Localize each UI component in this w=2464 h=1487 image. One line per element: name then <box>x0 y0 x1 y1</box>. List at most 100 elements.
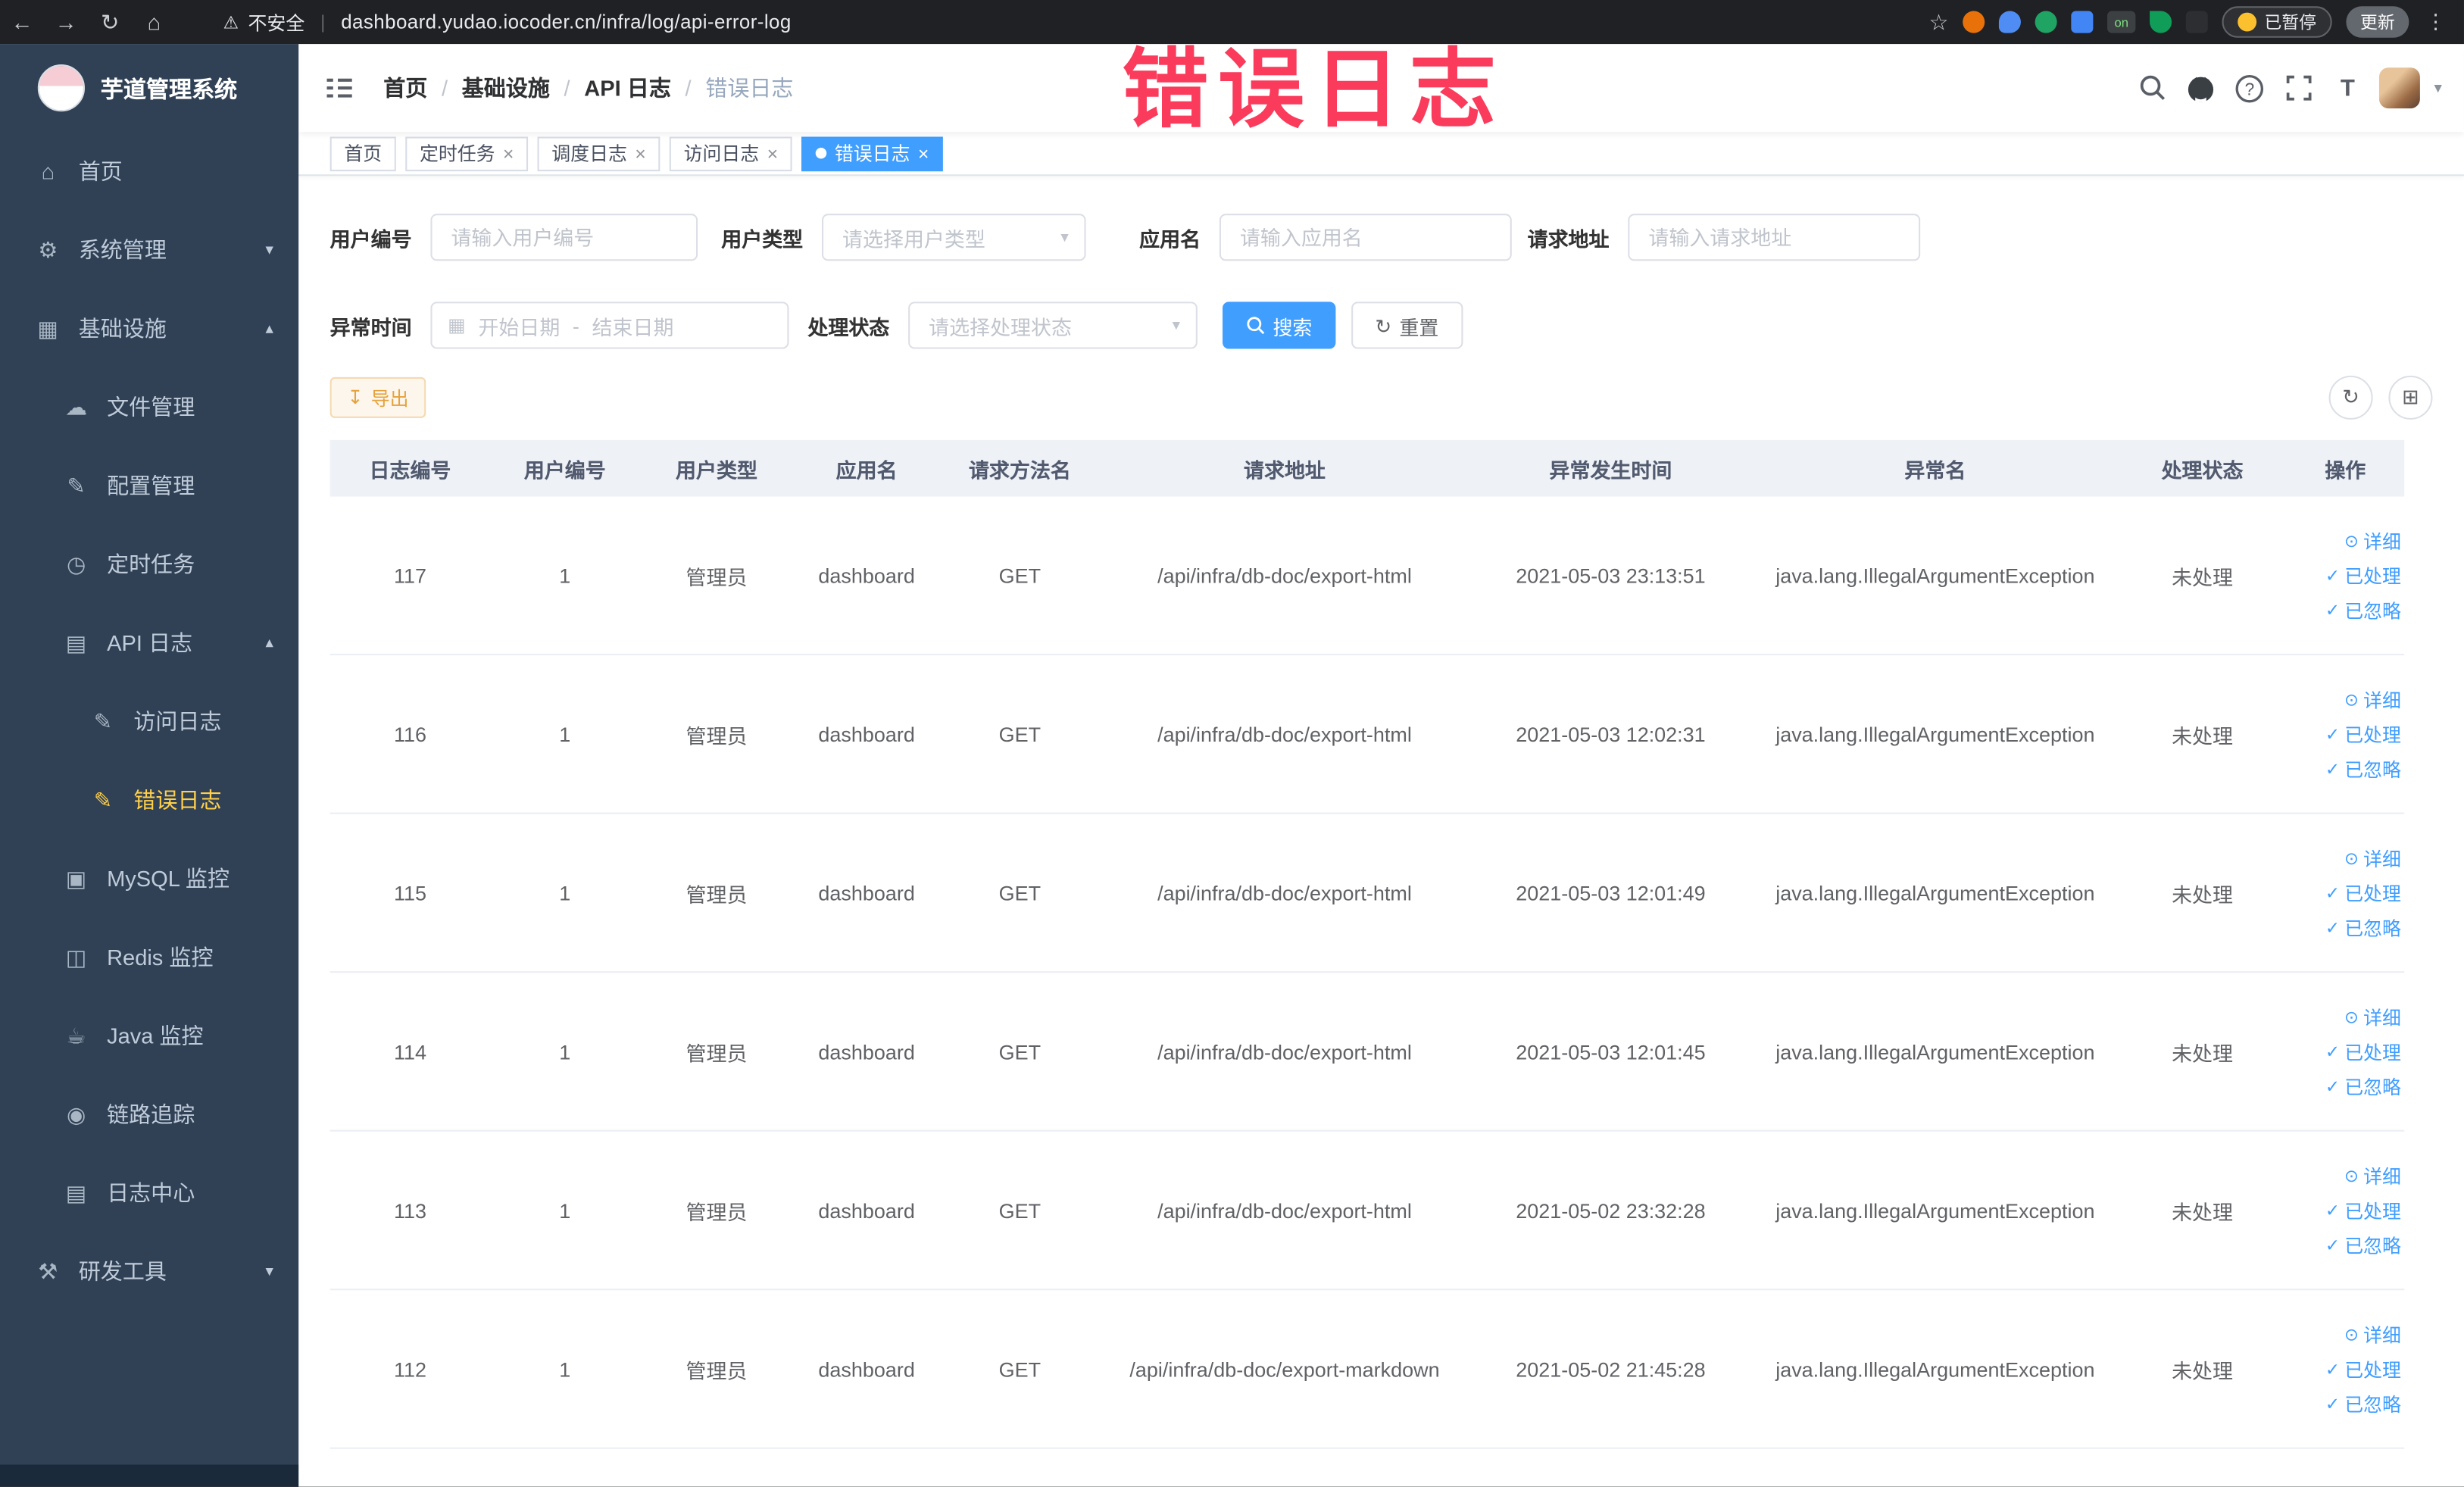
action-ignored[interactable]: ✓ 已忽略 <box>2325 1231 2401 1257</box>
paused-button[interactable]: 已暂停 <box>2222 6 2332 38</box>
tab-cron-job[interactable]: 定时任务 × <box>405 136 529 171</box>
cell-time: 2021-05-02 21:45:28 <box>1516 1357 1706 1381</box>
close-icon[interactable]: × <box>767 144 779 163</box>
sidebar-item-redis-monitor[interactable]: ◫ Redis 监控 <box>0 918 298 997</box>
sidebar-item-infra[interactable]: ▦ 基础设施 ▴ <box>0 289 298 368</box>
range-separator: - <box>572 313 579 338</box>
browser-reload-icon[interactable]: ↻ <box>88 8 132 35</box>
action-ignored[interactable]: ✓ 已忽略 <box>2325 1390 2401 1417</box>
action-detail[interactable]: ⊙ 详细 <box>2344 1162 2401 1189</box>
close-icon[interactable]: × <box>503 144 514 163</box>
action-processed[interactable]: ✓ 已处理 <box>2325 1197 2401 1223</box>
address-bar[interactable]: ⚠ 不安全 | dashboard.yudao.iocoder.cn/infra… <box>223 8 792 35</box>
sidebar-item-access-log[interactable]: ✎ 访问日志 <box>0 682 298 761</box>
browser-menu-icon[interactable]: ⋮ <box>2423 9 2448 34</box>
app-logo-row[interactable]: 芋道管理系统 <box>0 44 298 132</box>
breadcrumb-infra[interactable]: 基础设施 <box>462 72 550 103</box>
search-icon[interactable] <box>2135 70 2170 105</box>
github-icon[interactable] <box>2184 70 2219 105</box>
font-size-icon[interactable]: T <box>2331 70 2366 105</box>
table-row: 117 1 管理员 dashboard GET /api/infra/db-do… <box>329 497 2405 656</box>
action-detail[interactable]: ⊙ 详细 <box>2344 686 2401 713</box>
extension-icon-5[interactable] <box>2150 11 2172 33</box>
browser-back-icon[interactable]: ← <box>0 9 44 34</box>
sidebar-item-label: 访问日志 <box>133 708 222 734</box>
extension-icon-6[interactable] <box>2185 11 2208 33</box>
action-processed[interactable]: ✓ 已处理 <box>2325 1355 2401 1382</box>
fullscreen-icon[interactable] <box>2281 70 2316 105</box>
cell-user-id: 1 <box>559 1198 571 1223</box>
hamburger-icon[interactable] <box>323 72 354 103</box>
eye-icon: ⊙ <box>2344 849 2359 869</box>
sidebar-item-home[interactable]: ⌂ 首页 <box>0 132 298 211</box>
close-icon[interactable]: × <box>918 144 929 163</box>
toolbar-right: ↻ ⊞ <box>2313 375 2433 420</box>
help-icon[interactable]: ? <box>2233 70 2268 105</box>
date-range-picker[interactable]: ▦ 开始日期 - 结束日期 <box>430 301 789 349</box>
extension-icon-3[interactable] <box>2035 11 2057 33</box>
user-id-input[interactable] <box>430 214 698 261</box>
refresh-icon: ↻ <box>2342 385 2359 409</box>
sidebar-item-label: 配置管理 <box>107 473 195 498</box>
request-url-input[interactable] <box>1628 214 1921 261</box>
cell-user-id: 1 <box>559 722 571 746</box>
extension-on-badge[interactable]: on <box>2107 11 2136 33</box>
column-header: 操作 <box>2325 458 2366 482</box>
action-processed[interactable]: ✓ 已处理 <box>2325 1038 2401 1064</box>
navbar-icons: ? T ▾ <box>2135 67 2442 109</box>
breadcrumb-api-log[interactable]: API 日志 <box>584 72 671 103</box>
action-ignored[interactable]: ✓ 已忽略 <box>2325 1073 2401 1099</box>
column-settings-button[interactable]: ⊞ <box>2388 375 2433 420</box>
extension-icon-2[interactable] <box>1998 11 2021 33</box>
tab-label: 调度日志 <box>551 142 627 165</box>
browser-home-icon[interactable]: ⌂ <box>132 9 176 34</box>
sidebar-item-mysql-monitor[interactable]: ▣ MySQL 监控 <box>0 839 298 918</box>
avatar-caret-icon[interactable]: ▾ <box>2434 80 2441 97</box>
close-icon[interactable]: × <box>635 144 646 163</box>
action-detail[interactable]: ⊙ 详细 <box>2344 527 2401 554</box>
check-icon: ✓ <box>2325 1077 2341 1097</box>
action-ignored[interactable]: ✓ 已忽略 <box>2325 596 2401 623</box>
tab-access-log[interactable]: 访问日志 × <box>669 136 792 171</box>
action-detail[interactable]: ⊙ 详细 <box>2344 1321 2401 1348</box>
sidebar-item-file-manage[interactable]: ☁ 文件管理 <box>0 367 298 446</box>
page-content: 用户编号 用户类型 请选择用户类型 ▾ 应用名 请求地址 <box>298 214 2464 1449</box>
search-button[interactable]: 搜索 <box>1223 301 1336 349</box>
main-area: 首页 / 基础设施 / API 日志 / 错误日志 ? T ▾ 首页 定时任务 … <box>298 44 2464 1487</box>
action-detail[interactable]: ⊙ 详细 <box>2344 1004 2401 1030</box>
reset-button[interactable]: ↻ 重置 <box>1351 301 1463 349</box>
tab-schedule-log[interactable]: 调度日志 × <box>537 136 661 171</box>
sidebar-item-java-monitor[interactable]: ☕ Java 监控 <box>0 996 298 1075</box>
browser-forward-icon[interactable]: → <box>44 9 88 34</box>
tab-home[interactable]: 首页 <box>329 136 396 171</box>
user-type-select[interactable]: 请选择用户类型 ▾ <box>822 214 1086 261</box>
action-ignored[interactable]: ✓ 已忽略 <box>2325 914 2401 940</box>
tab-error-log[interactable]: 错误日志 × <box>801 136 944 171</box>
sidebar-item-system[interactable]: ⚙ 系统管理 ▾ <box>0 211 298 289</box>
app-name-input[interactable] <box>1219 214 1512 261</box>
sidebar-item-dev-tools[interactable]: ⚒ 研发工具 ▾ <box>0 1232 298 1310</box>
avatar[interactable] <box>2378 67 2420 109</box>
extension-icon-1[interactable] <box>1963 11 1985 33</box>
refresh-button[interactable]: ↻ <box>2328 375 2373 420</box>
breadcrumb-home[interactable]: 首页 <box>383 72 427 103</box>
extension-icon-4[interactable] <box>2071 11 2094 33</box>
sidebar-item-cron-job[interactable]: ◷ 定时任务 <box>0 525 298 604</box>
cell-user-type: 管理员 <box>685 1358 748 1382</box>
bookmark-star-icon[interactable]: ☆ <box>1928 8 1948 35</box>
cell-status: 未处理 <box>2172 882 2234 907</box>
process-status-select[interactable]: 请选择处理状态 ▾ <box>908 301 1198 349</box>
sidebar-item-api-log[interactable]: ▤ API 日志 ▴ <box>0 604 298 683</box>
sidebar-item-log-center[interactable]: ▤ 日志中心 <box>0 1154 298 1232</box>
sidebar-item-tracing[interactable]: ◉ 链路追踪 <box>0 1075 298 1154</box>
action-processed[interactable]: ✓ 已处理 <box>2325 562 2401 589</box>
action-ignored[interactable]: ✓ 已忽略 <box>2325 755 2401 782</box>
sidebar-item-config-manage[interactable]: ✎ 配置管理 <box>0 446 298 525</box>
action-processed[interactable]: ✓ 已处理 <box>2325 879 2401 906</box>
document-icon: ▤ <box>65 1179 87 1205</box>
update-button[interactable]: 更新 <box>2346 6 2409 38</box>
sidebar-item-error-log[interactable]: ✎ 错误日志 <box>0 761 298 839</box>
action-detail[interactable]: ⊙ 详细 <box>2344 845 2401 871</box>
export-button[interactable]: ↧ 导出 <box>329 376 426 418</box>
action-processed[interactable]: ✓ 已处理 <box>2325 720 2401 747</box>
